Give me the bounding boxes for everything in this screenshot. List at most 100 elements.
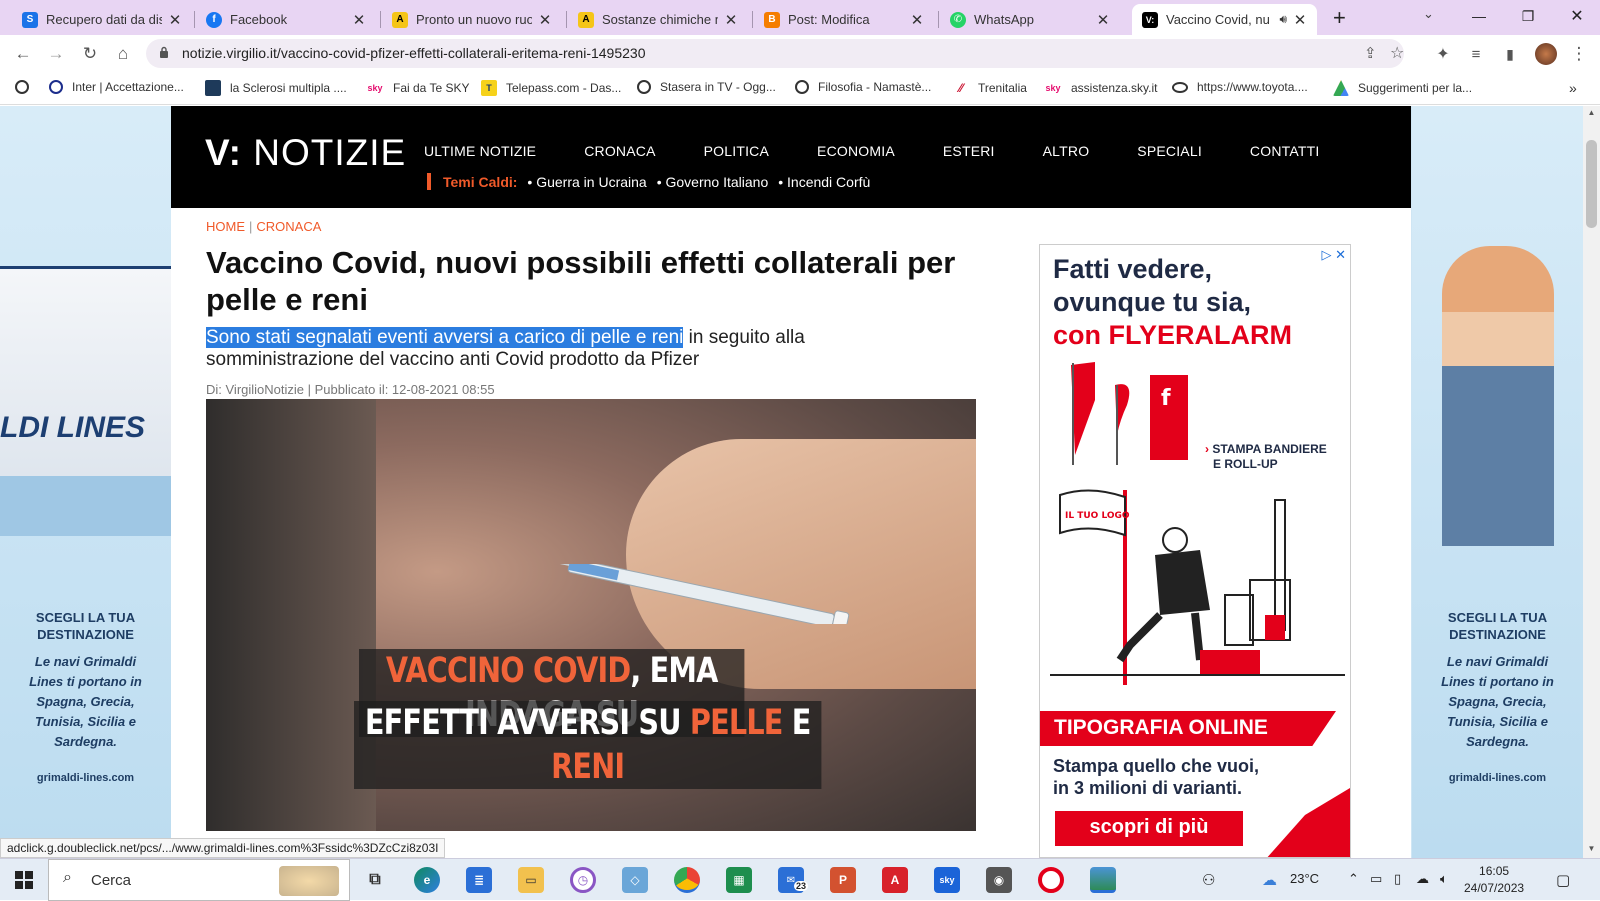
pdf-icon[interactable]: A	[882, 867, 908, 893]
powerpoint-icon[interactable]: P	[830, 867, 856, 893]
new-tab-button[interactable]: +	[1333, 5, 1346, 31]
volume-icon[interactable]: 🔈︎	[1440, 871, 1448, 887]
breadcrumb-cronaca[interactable]: CRONACA	[256, 219, 321, 234]
article-hero-image[interactable]: VACCINO COVID, EMA INDAGA SU EFFETTI AVV…	[206, 399, 976, 831]
bookmark-inter[interactable]: Inter | Accettazione...	[49, 80, 184, 94]
windows-start-icon[interactable]	[15, 871, 33, 889]
weather-icon[interactable]: ☁	[1262, 871, 1277, 889]
menu-kebab-icon[interactable]: ⋮	[1566, 41, 1592, 67]
back-button[interactable]: ←	[10, 41, 36, 67]
minimize-button[interactable]: —	[1456, 0, 1502, 32]
tab-pronto-nuovo-ruolo[interactable]: A Pronto un nuovo ruol ✕	[382, 4, 562, 35]
nav-politica[interactable]: POLITICA	[704, 143, 769, 159]
nav-speciali[interactable]: SPECIALI	[1137, 143, 1202, 159]
tray-chevron-icon[interactable]: ⌃	[1348, 871, 1359, 887]
audio-playing-icon[interactable]: 🔊︎	[1279, 12, 1287, 27]
ad-cta-button[interactable]: scopri di più	[1055, 811, 1243, 846]
home-button[interactable]: ⌂	[110, 41, 136, 67]
url-text[interactable]: notizie.virgilio.it/vaccino-covid-pfizer…	[182, 45, 646, 61]
close-icon[interactable]: ✕	[1293, 11, 1307, 29]
bookmark-sky-fai-da-te[interactable]: sky Fai da Te SKY	[366, 80, 470, 96]
extensions-puzzle-icon[interactable]: ✦	[1430, 41, 1456, 67]
forward-button[interactable]: →	[43, 41, 69, 67]
scroll-down-icon[interactable]: ▼	[1583, 844, 1600, 853]
chrome-icon[interactable]	[674, 867, 700, 893]
close-icon[interactable]: ✕	[352, 11, 366, 29]
share-icon[interactable]: ⇪	[1364, 44, 1377, 62]
page-scrollbar[interactable]: ▲ ▼	[1583, 106, 1600, 858]
bookmark-globe[interactable]	[15, 80, 38, 94]
display-ad-flyeralarm[interactable]: ▷ ✕ Fatti vedere, ovunque tu sia, con FL…	[1039, 244, 1351, 858]
ad-headline-line: Fatti vedere,	[1053, 254, 1213, 284]
sky-go-icon[interactable]: sky	[934, 867, 960, 893]
file-explorer-icon[interactable]: ▭	[518, 867, 544, 893]
close-icon[interactable]: ✕	[168, 11, 182, 29]
hot-topic-link[interactable]: • Governo Italiano	[657, 174, 769, 190]
tab-sostanze-chimiche[interactable]: A Sostanze chimiche ne ✕	[568, 4, 748, 35]
adchoices-icon[interactable]: ▷ ✕	[1321, 247, 1346, 263]
bookmark-trenitalia[interactable]: ⁄⁄ Trenitalia	[953, 80, 1027, 96]
bookmark-star-icon[interactable]: ☆	[1390, 43, 1404, 63]
weather-temperature[interactable]: 23°C	[1290, 871, 1319, 886]
bookmarks-overflow-icon[interactable]: »	[1569, 80, 1577, 96]
side-ad-right[interactable]: SCEGLI LA TUA DESTINAZIONE Le navi Grima…	[1412, 106, 1583, 858]
onedrive-icon[interactable]: ☁	[1416, 871, 1429, 887]
device-icon[interactable]: ▯	[1394, 871, 1401, 887]
camera-icon[interactable]: ◉	[986, 867, 1012, 893]
hot-topic-link[interactable]: • Guerra in Ucraina	[527, 174, 646, 190]
tab-whatsapp[interactable]: ✆ WhatsApp ✕	[940, 4, 1120, 35]
close-icon[interactable]: ✕	[538, 11, 552, 29]
close-icon[interactable]: ✕	[724, 11, 738, 29]
bookmark-suggerimenti[interactable]: Suggerimenti per la...	[1333, 80, 1472, 96]
close-icon[interactable]: ✕	[1096, 11, 1110, 29]
nav-economia[interactable]: ECONOMIA	[817, 143, 895, 159]
opera-icon[interactable]	[1038, 867, 1064, 893]
close-icon[interactable]: ✕	[910, 11, 924, 29]
side-ad-left[interactable]: LDI LINES SCEGLI LA TUA DESTINAZIONE Le …	[0, 106, 171, 858]
notepad-icon[interactable]: ≣	[466, 867, 492, 893]
nav-esteri[interactable]: ESTERI	[943, 143, 995, 159]
nav-contatti[interactable]: CONTATTI	[1250, 143, 1320, 159]
taskbar-search[interactable]: ⌕ Cerca	[48, 859, 350, 901]
address-bar[interactable]: notizie.virgilio.it/vaccino-covid-pfizer…	[146, 39, 1404, 68]
hot-topic-link[interactable]: • Incendi Corfù	[778, 174, 870, 190]
bookmark-filosofia[interactable]: Filosofia - Namastè...	[795, 80, 931, 94]
bookmark-assistenza-sky[interactable]: sky assistenza.sky.it	[1044, 80, 1157, 96]
side-panel-icon[interactable]: ▮	[1497, 41, 1523, 67]
tab-facebook[interactable]: f Facebook ✕	[196, 4, 376, 35]
maximize-button[interactable]: ❐	[1505, 0, 1551, 32]
task-view-icon[interactable]: ⧉	[362, 867, 388, 893]
tab-post-modifica[interactable]: B Post: Modifica ✕	[754, 4, 934, 35]
close-window-button[interactable]: ✕	[1554, 0, 1600, 32]
breadcrumb-home[interactable]: HOME	[206, 219, 245, 234]
scroll-up-icon[interactable]: ▲	[1583, 108, 1600, 117]
site-logo[interactable]: V: NOTIZIE	[205, 132, 406, 174]
mail-icon[interactable]: ✉ 23	[778, 867, 809, 893]
bookmark-toyota[interactable]: https://www.toyota....	[1172, 80, 1308, 94]
reload-button[interactable]: ↻	[77, 41, 103, 67]
bookmark-label: Fai da Te SKY	[393, 81, 470, 95]
nav-cronaca[interactable]: CRONACA	[584, 143, 655, 159]
bookmark-telepass[interactable]: T Telepass.com - Das...	[481, 80, 621, 96]
app-icon[interactable]: ◇	[622, 867, 648, 893]
app-icon[interactable]: ◷	[570, 867, 596, 893]
spreadsheet-icon[interactable]: ▦	[726, 867, 752, 893]
people-icon[interactable]: ⚇	[1202, 871, 1215, 889]
scroll-thumb[interactable]	[1586, 140, 1597, 228]
nav-ultime-notizie[interactable]: ULTIME NOTIZIE	[424, 143, 536, 159]
nav-altro[interactable]: ALTRO	[1043, 143, 1090, 159]
profile-avatar[interactable]	[1535, 43, 1557, 65]
tab-vaccino-covid-active[interactable]: V: Vaccino Covid, nu 🔊︎ ✕	[1132, 4, 1317, 35]
tab-recupero-dati[interactable]: S Recupero dati da disp ✕	[12, 4, 192, 35]
battery-icon[interactable]: ▭	[1370, 871, 1382, 887]
tab-search-chevron-icon[interactable]: ⌄	[1423, 6, 1434, 22]
taskbar-clock[interactable]: 16:05 24/07/2023	[1464, 863, 1524, 897]
lock-icon[interactable]	[159, 46, 169, 58]
media-control-icon[interactable]: ≡	[1463, 41, 1489, 67]
bookmark-sclerosi[interactable]: la Sclerosi multipla ....	[205, 80, 347, 96]
edge-icon[interactable]: e	[414, 867, 440, 893]
notifications-icon[interactable]: ▢	[1556, 871, 1570, 889]
article-meta: Di: VirgilioNotizie | Pubblicato il: 12-…	[206, 382, 495, 397]
photos-icon[interactable]	[1090, 867, 1116, 893]
bookmark-stasera-tv[interactable]: Stasera in TV - Ogg...	[637, 80, 776, 94]
